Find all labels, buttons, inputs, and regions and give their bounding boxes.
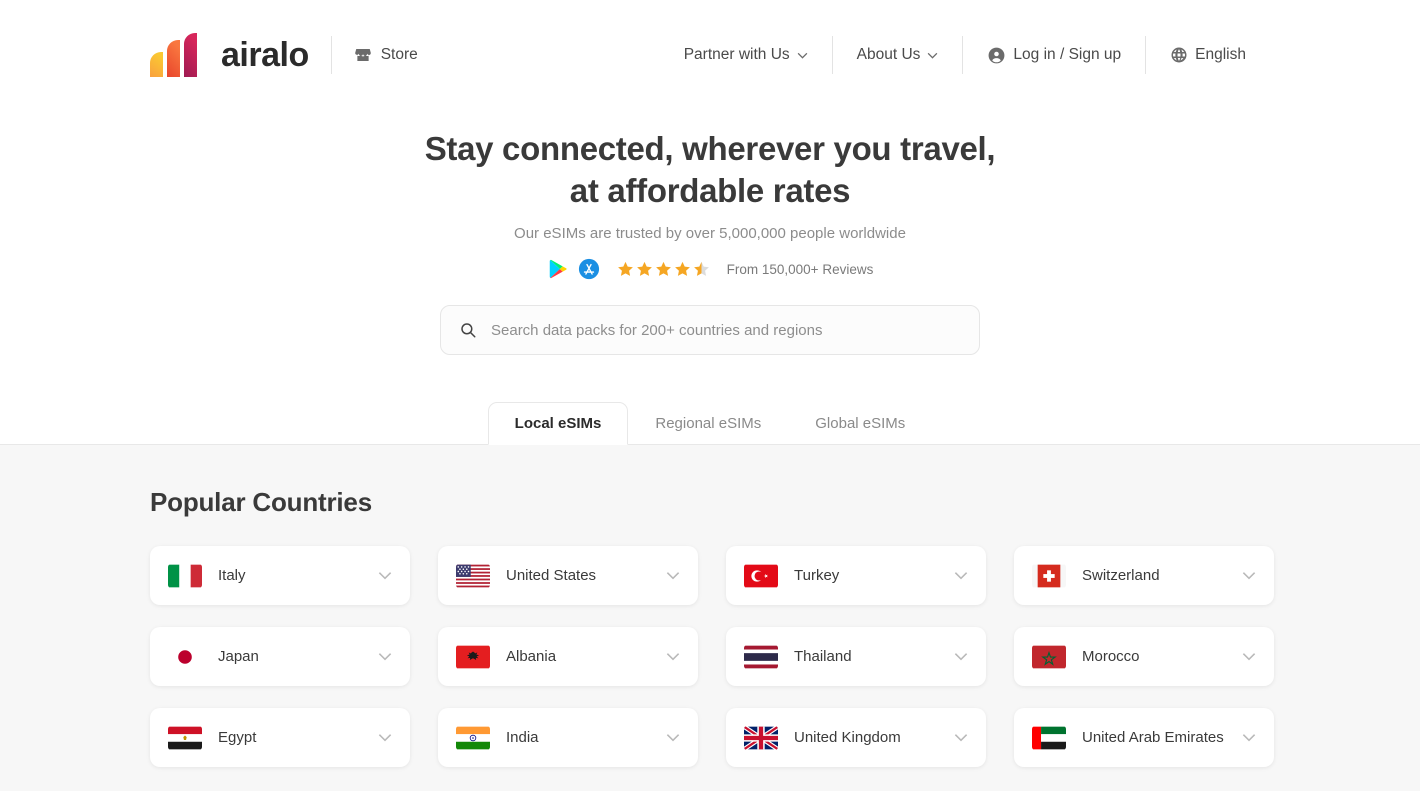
country-name: Thailand (794, 648, 852, 666)
country-grid: Italy United States Turkey Switzerland J… (150, 546, 1274, 768)
country-name: United Arab Emirates (1082, 729, 1224, 747)
store-label: Store (380, 46, 418, 63)
star-half-icon (693, 261, 709, 276)
tab-regional-esims[interactable]: Regional eSIMs (628, 402, 788, 445)
country-name: Egypt (218, 729, 257, 747)
country-name: United States (506, 567, 597, 585)
country-card-united-states[interactable]: United States (438, 546, 698, 606)
chevron-down-icon[interactable] (954, 733, 968, 742)
airalo-logo[interactable]: airalo (150, 33, 309, 77)
chevron-down-icon[interactable] (1242, 652, 1256, 661)
chevron-down-icon[interactable] (954, 652, 968, 661)
globe-icon (1171, 47, 1187, 63)
store-link[interactable]: Store (354, 46, 418, 64)
section-heading: Popular Countries (150, 487, 372, 518)
country-card-japan[interactable]: Japan (150, 627, 410, 687)
flag-india-icon (456, 726, 490, 749)
country-card-united-arab-emirates[interactable]: United Arab Emirates (1014, 708, 1274, 768)
flag-united-arab-emirates-icon (1032, 726, 1066, 749)
flag-united-states-icon (456, 564, 490, 587)
esim-type-tabs: Local eSIMs Regional eSIMs Global eSIMs (0, 397, 1420, 446)
flag-egypt-icon (168, 726, 202, 749)
tab-global-esims[interactable]: Global eSIMs (788, 402, 932, 445)
reviews-count-label: From 150,000+ Reviews (726, 261, 874, 277)
chevron-down-icon[interactable] (378, 652, 392, 661)
chevron-down-icon[interactable] (1242, 733, 1256, 742)
search-box[interactable] (440, 305, 980, 356)
country-name: Morocco (1082, 648, 1140, 666)
nav-label-language: English (1195, 46, 1246, 63)
chevron-down-icon[interactable] (1242, 571, 1256, 580)
country-name: Italy (218, 567, 246, 585)
header-nav: Partner with Us About Us Log in / Sign u… (660, 32, 1270, 78)
popular-countries-section: Popular Countries Italy United States Tu… (0, 445, 1420, 791)
flag-turkey-icon (744, 564, 778, 587)
store-icon (354, 49, 371, 61)
google-play-icon[interactable] (547, 258, 569, 280)
nav-item-partner-with-us[interactable]: Partner with Us (660, 32, 832, 78)
flag-thailand-icon (744, 645, 778, 668)
star-icon (655, 261, 671, 276)
country-card-morocco[interactable]: Morocco (1014, 627, 1274, 687)
country-name: Turkey (794, 567, 840, 585)
country-card-india[interactable]: India (438, 708, 698, 768)
country-name: United Kingdom (794, 729, 901, 747)
rating-row: From 150,000+ Reviews (0, 258, 1420, 280)
country-name: Albania (506, 648, 557, 666)
country-card-albania[interactable]: Albania (438, 627, 698, 687)
country-card-egypt[interactable]: Egypt (150, 708, 410, 768)
flag-switzerland-icon (1032, 564, 1066, 587)
country-card-united-kingdom[interactable]: United Kingdom (726, 708, 986, 768)
flag-morocco-icon (1032, 645, 1066, 668)
page-title-line1: Stay connected, wherever you travel, (424, 130, 996, 167)
nav-label-partner-with-us: Partner with Us (683, 46, 790, 63)
chevron-down-icon[interactable] (378, 571, 392, 580)
star-rating (617, 261, 710, 278)
search-input[interactable] (491, 321, 961, 339)
chevron-down-icon[interactable] (666, 652, 680, 661)
flag-united-kingdom-icon (744, 725, 778, 750)
country-card-turkey[interactable]: Turkey (726, 546, 986, 606)
hero-subtitle: Our eSIMs are trusted by over 5,000,000 … (514, 225, 906, 243)
country-name: Japan (218, 648, 259, 666)
user-circle-icon (989, 47, 1005, 63)
tab-local-esims[interactable]: Local eSIMs (487, 402, 629, 446)
chevron-down-icon[interactable] (378, 733, 392, 742)
chevron-down-icon[interactable] (954, 571, 968, 580)
country-name: India (506, 729, 539, 747)
flag-albania-icon (456, 645, 490, 668)
site-header: airalo Store Partner with Us About Us Lo… (0, 0, 1420, 110)
page-title: Stay connected, wherever you travel, at … (0, 128, 1420, 211)
airalo-logo-mark (150, 33, 197, 77)
country-name: Switzerland (1082, 567, 1160, 585)
header-divider (330, 36, 332, 74)
country-card-thailand[interactable]: Thailand (726, 627, 986, 687)
chevron-down-icon (928, 52, 938, 59)
star-icon (636, 261, 652, 276)
chevron-down-icon[interactable] (666, 571, 680, 580)
nav-item-about-us[interactable]: About Us (833, 32, 963, 78)
nav-item-language[interactable]: English (1146, 32, 1270, 78)
page-title-line2: at affordable rates (569, 171, 851, 209)
nav-label-about-us: About Us (856, 46, 921, 63)
flag-japan-icon (168, 645, 202, 668)
nav-label-login-signup: Log in / Sign up (1013, 46, 1122, 63)
chevron-down-icon (797, 52, 807, 59)
flag-italy-icon (168, 564, 202, 587)
airalo-wordmark: airalo (221, 35, 309, 74)
hero-section: Stay connected, wherever you travel, at … (0, 110, 1420, 280)
country-card-switzerland[interactable]: Switzerland (1014, 546, 1274, 606)
nav-item-login-signup[interactable]: Log in / Sign up (963, 32, 1145, 78)
country-card-italy[interactable]: Italy (150, 546, 410, 606)
star-icon (674, 261, 690, 276)
search-icon (461, 323, 476, 338)
star-icon (617, 261, 633, 276)
chevron-down-icon[interactable] (666, 733, 680, 742)
app-store-icon[interactable] (578, 258, 600, 280)
search-section (0, 305, 1420, 356)
